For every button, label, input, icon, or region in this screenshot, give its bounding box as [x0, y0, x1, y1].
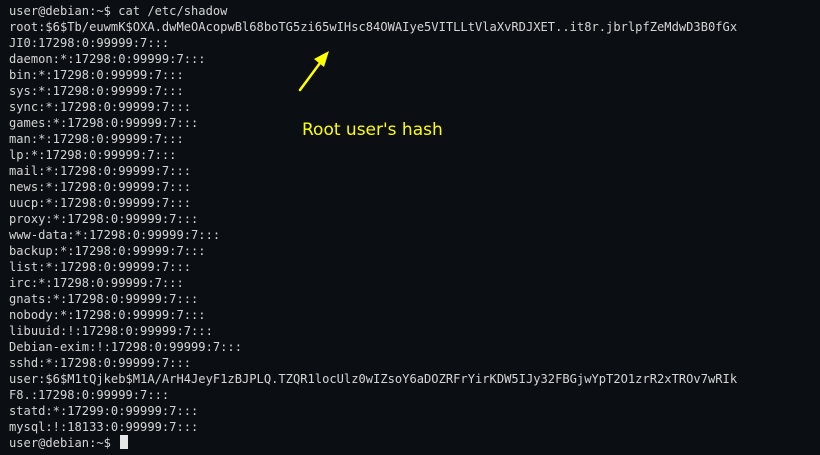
terminal-line: sys:*:17298:0:99999:7::: — [9, 84, 184, 98]
terminal-line: lp:*:17298:0:99999:7::: — [9, 148, 177, 162]
terminal-line: daemon:*:17298:0:99999:7::: — [9, 52, 206, 66]
terminal-line: F8.:17298:0:99999:7::: — [9, 388, 170, 402]
root-hash-line: root:$6$Tb/euwmK$OXA.dwMeOAcopwBl68boTG5… — [9, 20, 738, 34]
terminal-line: gnats:*:17298:0:99999:7::: — [9, 292, 199, 306]
terminal-line: bin:*:17298:0:99999:7::: — [9, 68, 184, 82]
terminal-line: mysql:!:18133:0:99999:7::: — [9, 420, 199, 434]
terminal-line: backup:*:17298:0:99999:7::: — [9, 244, 206, 258]
terminal-line: sync:*:17298:0:99999:7::: — [9, 100, 192, 114]
terminal-line: list:*:17298:0:99999:7::: — [9, 260, 192, 274]
arrow-icon — [298, 51, 329, 92]
terminal-line: user@debian:~$ cat /etc/shadow — [9, 4, 228, 18]
terminal-line: sshd:*:17298:0:99999:7::: — [9, 356, 192, 370]
text-cursor — [120, 435, 129, 449]
terminal-line: libuuid:!:17298:0:99999:7::: — [9, 324, 213, 338]
terminal-line: statd:*:17299:0:99999:7::: — [9, 404, 199, 418]
shell-prompt: user@debian:~$ — [9, 436, 119, 450]
prompt-line[interactable]: user@debian:~$ — [9, 435, 820, 451]
terminal-line: uucp:*:17298:0:99999:7::: — [9, 196, 192, 210]
terminal-line: irc:*:17298:0:99999:7::: — [9, 276, 184, 290]
terminal-line: Debian-exim:!:17298:0:99999:7::: — [9, 340, 242, 354]
terminal-line: proxy:*:17298:0:99999:7::: — [9, 212, 199, 226]
terminal-line: mail:*:17298:0:99999:7::: — [9, 164, 192, 178]
user-hash-line: user:$6$M1tQjkeb$M1A/ArH4JeyF1zBJPLQ.TZQ… — [9, 372, 738, 386]
terminal-line: nobody:*:17298:0:99999:7::: — [9, 308, 206, 322]
terminal-window[interactable]: user@debian:~$ cat /etc/shadow root:$6$T… — [0, 0, 820, 455]
root-hash-annotation: Root user's hash — [302, 120, 443, 140]
terminal-line: www-data:*:17298:0:99999:7::: — [9, 228, 221, 242]
terminal-line: news:*:17298:0:99999:7::: — [9, 180, 192, 194]
terminal-line: JI0:17298:0:99999:7::: — [9, 36, 170, 50]
